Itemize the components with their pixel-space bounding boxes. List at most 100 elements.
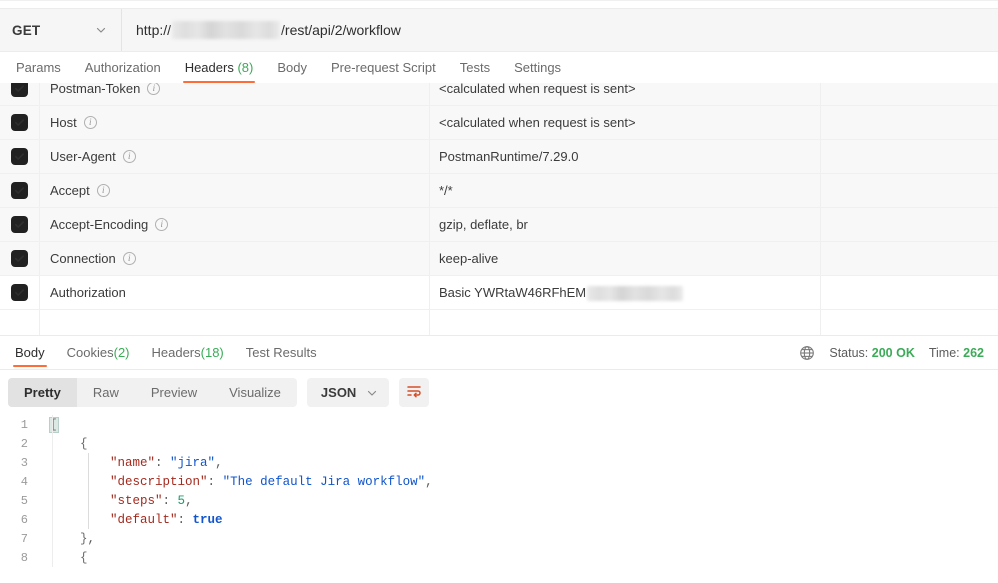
response-body-toolbar: Pretty Raw Preview Visualize JSON bbox=[0, 370, 998, 415]
time-label: Time: bbox=[928, 345, 960, 360]
request-tab-body[interactable]: Body bbox=[265, 55, 319, 83]
request-tab-tests[interactable]: Tests bbox=[448, 55, 502, 83]
header-description-cell[interactable] bbox=[821, 140, 998, 173]
header-row[interactable]: Host i <calculated when request is sent> bbox=[0, 106, 998, 140]
header-key-cell[interactable]: Accept-Encoding i bbox=[40, 208, 430, 241]
status-badge: Status: 200 OK bbox=[829, 346, 915, 360]
response-body-code[interactable]: 1[2 {3 "name": "jira", 4 "description": "… bbox=[0, 415, 998, 567]
header-row[interactable]: User-Agent i PostmanRuntime/7.29.0 bbox=[0, 140, 998, 174]
header-enabled-checkbox[interactable] bbox=[11, 83, 28, 97]
header-value-cell[interactable]: PostmanRuntime/7.29.0 bbox=[430, 140, 821, 173]
request-tab-pre-request-script[interactable]: Pre-request Script bbox=[319, 55, 448, 83]
header-key-input[interactable] bbox=[40, 310, 430, 335]
token-key: "description" bbox=[110, 474, 208, 489]
header-value-input[interactable] bbox=[430, 310, 821, 335]
header-key-cell[interactable]: Connection i bbox=[40, 242, 430, 275]
header-key-cell[interactable]: Postman-Token i bbox=[40, 83, 430, 105]
header-description-cell[interactable] bbox=[821, 242, 998, 275]
header-enabled-checkbox[interactable] bbox=[11, 148, 28, 165]
code-lines: 1[2 {3 "name": "jira", 4 "description": "… bbox=[0, 415, 998, 567]
redacted-credential-block bbox=[587, 286, 684, 301]
view-mode-label: Raw bbox=[92, 385, 119, 400]
response-tab-count: (2) bbox=[113, 345, 130, 360]
header-enabled-checkbox[interactable] bbox=[11, 114, 28, 131]
view-mode-visualize[interactable]: Visualize bbox=[213, 378, 297, 407]
line-number: 2 bbox=[20, 436, 28, 451]
header-description-cell[interactable] bbox=[821, 276, 998, 309]
info-icon[interactable]: i bbox=[122, 150, 136, 163]
info-icon[interactable]: i bbox=[147, 83, 161, 95]
gutter-divider bbox=[52, 415, 53, 567]
code-line: 3 "name": "jira", bbox=[0, 453, 998, 472]
line-number: 5 bbox=[20, 493, 28, 508]
response-tab-bar: Body Cookies (2) Headers (18) Test Results … bbox=[0, 336, 998, 370]
code-line: 2 { bbox=[0, 434, 998, 453]
response-tab-cookies[interactable]: Cookies (2) bbox=[56, 336, 141, 370]
header-description-cell[interactable] bbox=[821, 208, 998, 241]
postman-request-response-pane: GET http:// /rest/api/2/workflow Params A… bbox=[0, 0, 998, 583]
header-value-cell[interactable]: <calculated when request is sent> bbox=[430, 106, 821, 139]
info-icon[interactable]: i bbox=[83, 116, 97, 129]
redacted-host-block bbox=[172, 21, 281, 39]
header-value-cell[interactable]: keep-alive bbox=[430, 242, 821, 275]
response-tab-body[interactable]: Body bbox=[4, 336, 56, 370]
response-tab-label: Headers bbox=[151, 345, 201, 360]
view-mode-preview[interactable]: Preview bbox=[135, 378, 213, 407]
header-key-text: Postman-Token bbox=[50, 83, 141, 96]
header-empty-row[interactable] bbox=[0, 310, 998, 335]
code-text: "steps": 5, bbox=[40, 494, 193, 508]
view-mode-pretty[interactable]: Pretty bbox=[8, 378, 77, 407]
header-row[interactable]: Accept i */* bbox=[0, 174, 998, 208]
header-value-text: Basic YWRtaW46RFhEM bbox=[439, 285, 587, 300]
http-method-dropdown[interactable]: GET bbox=[0, 9, 122, 51]
info-icon[interactable]: i bbox=[155, 218, 169, 231]
header-key-text: User-Agent bbox=[50, 149, 116, 164]
request-tab-headers[interactable]: Headers (8) bbox=[173, 55, 266, 83]
response-tab-test-results[interactable]: Test Results bbox=[235, 336, 328, 370]
request-tab-bar: Params Authorization Headers (8) Body Pre-re… bbox=[0, 52, 998, 83]
request-tab-label: Authorization bbox=[84, 60, 161, 75]
header-key-cell[interactable]: Authorization bbox=[40, 276, 430, 309]
header-value-cell[interactable]: gzip, deflate, br bbox=[430, 208, 821, 241]
token-punct: , bbox=[185, 493, 193, 508]
header-key-text: Authorization bbox=[50, 285, 126, 300]
headers-table: Postman-Token i <calculated when request i… bbox=[0, 83, 998, 335]
header-key-cell[interactable]: User-Agent i bbox=[40, 140, 430, 173]
header-enabled-checkbox[interactable] bbox=[11, 250, 28, 267]
info-icon[interactable]: i bbox=[96, 184, 110, 197]
header-value-text: <calculated when request is sent> bbox=[439, 83, 636, 96]
request-tab-label: Body bbox=[277, 60, 307, 75]
token-punct: , bbox=[425, 474, 433, 489]
request-tab-settings[interactable]: Settings bbox=[502, 55, 573, 83]
code-text: [ bbox=[40, 416, 59, 433]
view-mode-label: Visualize bbox=[229, 385, 281, 400]
word-wrap-toggle-button[interactable] bbox=[399, 378, 430, 407]
header-description-cell[interactable] bbox=[821, 174, 998, 207]
header-value-cell[interactable]: */* bbox=[430, 174, 821, 207]
line-number: 3 bbox=[20, 455, 28, 470]
header-enabled-checkbox[interactable] bbox=[11, 284, 28, 301]
header-value-cell[interactable]: Basic YWRtaW46RFhEM bbox=[430, 276, 821, 309]
url-input[interactable]: http:// /rest/api/2/workflow bbox=[122, 9, 998, 51]
view-mode-raw[interactable]: Raw bbox=[77, 378, 135, 407]
body-format-dropdown[interactable]: JSON bbox=[306, 378, 390, 407]
header-description-cell[interactable] bbox=[821, 106, 998, 139]
header-enabled-checkbox[interactable] bbox=[11, 216, 28, 233]
header-row[interactable]: Postman-Token i <calculated when request i… bbox=[0, 83, 998, 106]
header-value-cell[interactable]: <calculated when request is sent> bbox=[430, 83, 821, 105]
headers-table-scroll[interactable]: Postman-Token i <calculated when request i… bbox=[0, 83, 998, 336]
header-description-input[interactable] bbox=[821, 310, 998, 335]
header-key-cell[interactable]: Accept i bbox=[40, 174, 430, 207]
request-tab-authorization[interactable]: Authorization bbox=[73, 55, 173, 83]
response-meta: Status: 200 OK Time: 262 bbox=[799, 345, 984, 361]
header-description-cell[interactable] bbox=[821, 83, 998, 105]
header-key-cell[interactable]: Host i bbox=[40, 106, 430, 139]
header-row[interactable]: Authorization Basic YWRtaW46RFhEM bbox=[0, 276, 998, 310]
response-tab-headers[interactable]: Headers (18) bbox=[141, 336, 235, 370]
header-row[interactable]: Accept-Encoding i gzip, deflate, br bbox=[0, 208, 998, 242]
header-row[interactable]: Connection i keep-alive bbox=[0, 242, 998, 276]
request-tab-params[interactable]: Params bbox=[4, 55, 73, 83]
header-enabled-checkbox[interactable] bbox=[11, 182, 28, 199]
info-icon[interactable]: i bbox=[122, 252, 136, 265]
request-tab-label: Tests bbox=[459, 60, 491, 75]
